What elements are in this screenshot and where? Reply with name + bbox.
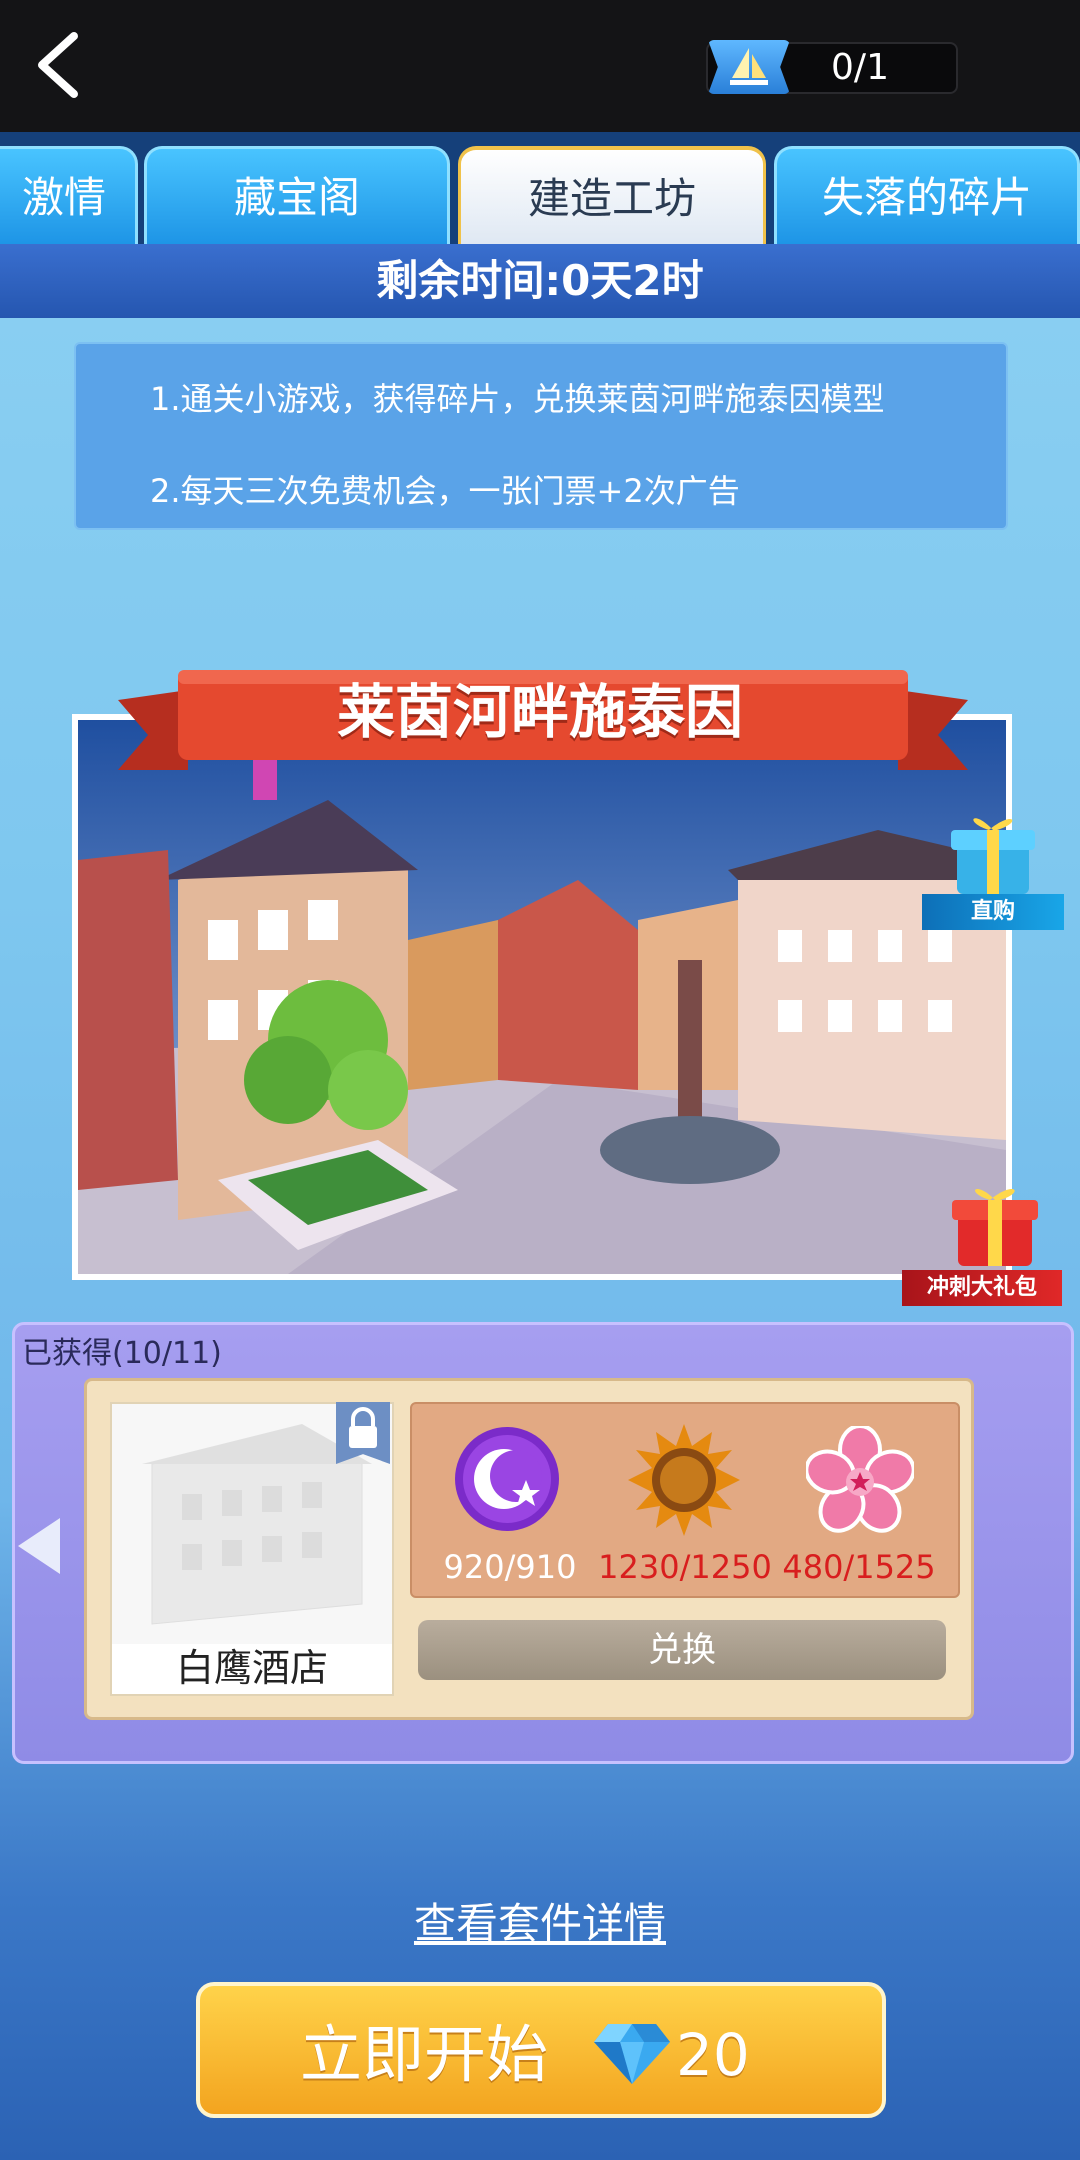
red-gift-box-icon	[952, 1189, 1038, 1266]
exchange-button[interactable]: 兑换	[418, 1620, 946, 1680]
ticket-icon	[708, 40, 790, 94]
sun-count: 1230/1250	[598, 1548, 772, 1586]
tab-lost-fragments[interactable]: 失落的碎片	[774, 146, 1080, 244]
start-now-label[interactable]: 立即开始	[300, 2000, 600, 2110]
moon-count: 920/910	[443, 1548, 577, 1586]
diamond-icon	[594, 2024, 670, 2084]
direct-buy-label[interactable]: 直购	[922, 894, 1064, 930]
view-set-details-link[interactable]: 查看套件详情	[340, 1890, 740, 1950]
obtained-count: 已获得(10/11)	[22, 1336, 222, 1371]
scene-title: 莱茵河畔施泰因	[336, 678, 743, 746]
tab-passion[interactable]: 激情	[0, 146, 138, 244]
sakura-count: 480/1525	[782, 1548, 936, 1586]
sprint-pack-label[interactable]: 冲刺大礼包	[902, 1270, 1062, 1306]
back-icon[interactable]	[28, 30, 88, 100]
tab-label: 建造工坊	[527, 174, 696, 223]
sakura-icon	[806, 1426, 914, 1533]
ticket-count: 0/1	[831, 47, 889, 88]
previous-arrow-icon[interactable]	[14, 1516, 64, 1576]
tab-label: 失落的碎片	[821, 173, 1032, 222]
remaining-time: 剩余时间:0天2时	[0, 244, 1080, 318]
gift-box-icon	[951, 818, 1035, 894]
tab-build-workshop[interactable]: 建造工坊	[458, 146, 766, 244]
tab-treasure[interactable]: 藏宝阁	[144, 146, 450, 244]
moon-star-icon	[455, 1427, 559, 1531]
sun-icon	[628, 1424, 740, 1536]
rules-box: 1.通关小游戏，获得碎片，兑换莱茵河畔施泰因模型 2.每天三次免费机会，一张门票…	[74, 342, 1008, 530]
tab-label: 藏宝阁	[233, 173, 360, 222]
tab-label: 激情	[21, 173, 106, 222]
town-scene-image	[72, 714, 1012, 1280]
start-cost: 20	[676, 2021, 750, 2089]
building-name: 白鹰酒店	[175, 1646, 328, 1690]
tab-bar: 激情 藏宝阁 建造工坊 失落的碎片	[0, 132, 1080, 244]
rule-line-1: 1.通关小游戏，获得碎片，兑换莱茵河畔施泰因模型	[150, 380, 885, 418]
rule-line-2: 2.每天三次免费机会，一张门票+2次广告	[150, 472, 740, 510]
